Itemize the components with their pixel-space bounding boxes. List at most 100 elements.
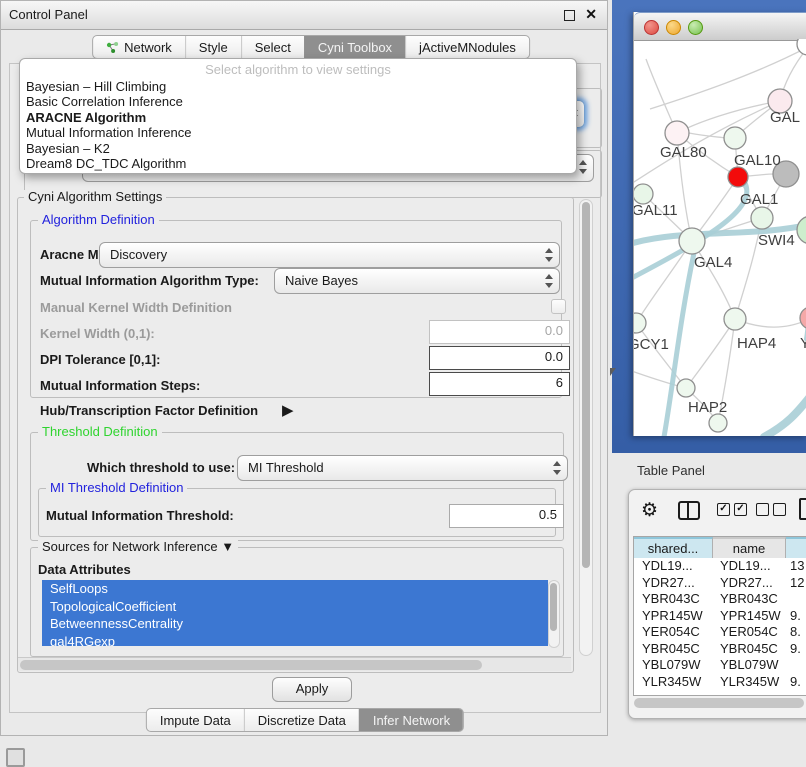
document-icon[interactable]	[799, 498, 806, 520]
table-row[interactable]: YLR345WYLR345W9.	[634, 674, 806, 691]
tab-network[interactable]: Network	[93, 36, 185, 58]
network-node[interactable]	[709, 414, 727, 432]
minimize-traffic-icon[interactable]	[666, 20, 681, 35]
algorithm-option[interactable]: Dream8 DC_TDC Algorithm	[20, 156, 576, 171]
expand-arrow-icon[interactable]: ▶	[282, 401, 294, 419]
split-columns-icon[interactable]	[678, 501, 700, 520]
scrollbar-thumb[interactable]	[20, 660, 482, 670]
network-node-hap2[interactable]	[677, 379, 695, 397]
algorithm-option[interactable]: Bayesian – Hill Climbing	[20, 79, 576, 94]
algorithm-option[interactable]: Mutual Information Inference	[20, 125, 576, 140]
data-attributes-list[interactable]: SelfLoopsTopologicalCoefficientBetweenne…	[42, 580, 548, 646]
tab-impute-data[interactable]: Impute Data	[147, 709, 244, 731]
table-cell[interactable]: 9.	[784, 674, 806, 691]
table-cell[interactable]: YPR145W	[712, 608, 784, 625]
table-row[interactable]: YER054CYER054C8.	[634, 624, 806, 641]
which-threshold-combo[interactable]: MI Threshold	[237, 455, 568, 481]
aracne-mode-combo[interactable]: Discovery	[99, 242, 560, 268]
table-cell[interactable]: 8.	[784, 624, 806, 641]
table-cell[interactable]: YBR045C	[712, 641, 784, 658]
table-row[interactable]: YBR045CYBR045C9.	[634, 641, 806, 658]
table-row[interactable]: YPR145WYPR145W9.	[634, 608, 806, 625]
close-traffic-icon[interactable]	[644, 20, 659, 35]
table-cell[interactable]: 13	[784, 558, 806, 575]
dpi-tolerance-field[interactable]: 0.0	[429, 346, 570, 370]
table-row[interactable]: YDR27...YDR27...12	[634, 575, 806, 592]
table-cell[interactable]: YER054C	[712, 624, 784, 641]
network-edge[interactable]	[677, 101, 780, 133]
table-cell[interactable]: YLR345W	[712, 674, 784, 691]
tab-jactivemnodules[interactable]: jActiveMNodules	[405, 36, 529, 58]
network-canvas[interactable]: GALGAL80GAL10GAL1GAL11SWI4GAL4GCY1HAP4YH…	[634, 39, 806, 436]
network-node[interactable]	[797, 216, 806, 244]
network-edge-highlighted[interactable]	[764, 389, 806, 436]
table-row[interactable]: YDL19...YDL19...13	[634, 558, 806, 575]
network-edge[interactable]	[748, 174, 774, 176]
table-cell[interactable]: 12	[784, 575, 806, 592]
hide-columns-unchecked-icon[interactable]	[756, 503, 786, 516]
mi-type-combo[interactable]: Naive Bayes	[274, 268, 560, 294]
algorithm-option[interactable]: Basic Correlation Inference	[20, 94, 576, 109]
tab-style[interactable]: Style	[185, 36, 241, 58]
table-cell[interactable]: YBR045C	[634, 641, 712, 658]
hub-section-label[interactable]: Hub/Transcription Factor Definition	[40, 403, 258, 418]
apply-button[interactable]: Apply	[272, 677, 352, 702]
network-edge[interactable]	[634, 101, 780, 187]
mi-threshold-field[interactable]: 0.5	[449, 504, 564, 528]
attribute-list-item[interactable]: gal4RGexp	[42, 633, 548, 647]
network-node-gcy1[interactable]	[634, 313, 646, 333]
float-window-icon[interactable]	[564, 10, 575, 21]
scrollbar-thumb[interactable]	[550, 583, 557, 631]
table-cell[interactable]: YDR27...	[712, 575, 784, 592]
tab-discretize-data[interactable]: Discretize Data	[244, 709, 359, 731]
network-node-gal4[interactable]	[679, 228, 705, 254]
table-cell[interactable]: 9	[784, 690, 806, 692]
table-cell[interactable]: YIL052C	[712, 690, 784, 692]
show-columns-checked-icon[interactable]: ✓ ✓	[717, 503, 747, 516]
table-column-header[interactable]: name	[713, 537, 786, 558]
attribute-list-item[interactable]: BetweennessCentrality	[42, 615, 548, 633]
attributes-scrollbar[interactable]	[548, 580, 560, 648]
network-node-gal80[interactable]	[665, 121, 689, 145]
collapse-arrow-icon[interactable]: ▼	[221, 539, 234, 554]
table-cell[interactable]: YBR043C	[634, 591, 712, 608]
table-cell[interactable]: 9.	[784, 608, 806, 625]
table-cell[interactable]	[784, 591, 806, 608]
table-cell[interactable]: YDR27...	[634, 575, 712, 592]
table-horizontal-scrollbar[interactable]	[634, 698, 804, 708]
table-cell[interactable]: YBL079W	[712, 657, 784, 674]
tab-cyni-toolbox[interactable]: Cyni Toolbox	[304, 36, 405, 58]
scrollbar-thumb[interactable]	[582, 202, 590, 568]
zoom-traffic-icon[interactable]	[688, 20, 703, 35]
tab-select[interactable]: Select	[241, 36, 304, 58]
table-cell[interactable]: YBR043C	[712, 591, 784, 608]
table-row[interactable]: YBL079WYBL079W	[634, 657, 806, 674]
network-node-gal1[interactable]	[728, 167, 748, 187]
control-panel-titlebar[interactable]: Control Panel ✕	[1, 1, 607, 30]
table-column-header[interactable]	[786, 537, 806, 558]
minimized-panel-icon[interactable]	[6, 748, 25, 767]
network-node-gal11[interactable]	[634, 184, 653, 204]
table-cell[interactable]	[784, 657, 806, 674]
algorithm-option[interactable]: ARACNE Algorithm	[20, 110, 576, 125]
table-cell[interactable]: YDL19...	[712, 558, 784, 575]
table-row[interactable]: YIL052CYIL052C9	[634, 690, 806, 692]
table-cell[interactable]: YDL19...	[634, 558, 712, 575]
close-icon[interactable]: ✕	[585, 6, 597, 23]
network-edge[interactable]	[686, 319, 735, 388]
network-view-window[interactable]: GALGAL80GAL10GAL1GAL11SWI4GAL4GCY1HAP4YH…	[633, 12, 806, 436]
table-cell[interactable]: YPR145W	[634, 608, 712, 625]
table-column-header[interactable]: shared...	[634, 537, 713, 558]
attribute-list-item[interactable]: SelfLoops	[42, 580, 548, 598]
table-cell[interactable]: YBL079W	[634, 657, 712, 674]
algorithm-option[interactable]: Bayesian – K2	[20, 141, 576, 156]
network-node-y[interactable]	[800, 307, 806, 329]
settings-horizontal-scrollbar[interactable]	[18, 657, 571, 671]
table-row[interactable]: YBR043CYBR043C	[634, 591, 806, 608]
network-node-gal10[interactable]	[724, 127, 746, 149]
network-window-titlebar[interactable]	[634, 12, 806, 41]
gear-icon[interactable]: ⚙	[641, 499, 658, 522]
table-cell[interactable]: YER054C	[634, 624, 712, 641]
attribute-list-item[interactable]: TopologicalCoefficient	[42, 598, 548, 616]
tab-infer-network[interactable]: Infer Network	[359, 709, 463, 731]
